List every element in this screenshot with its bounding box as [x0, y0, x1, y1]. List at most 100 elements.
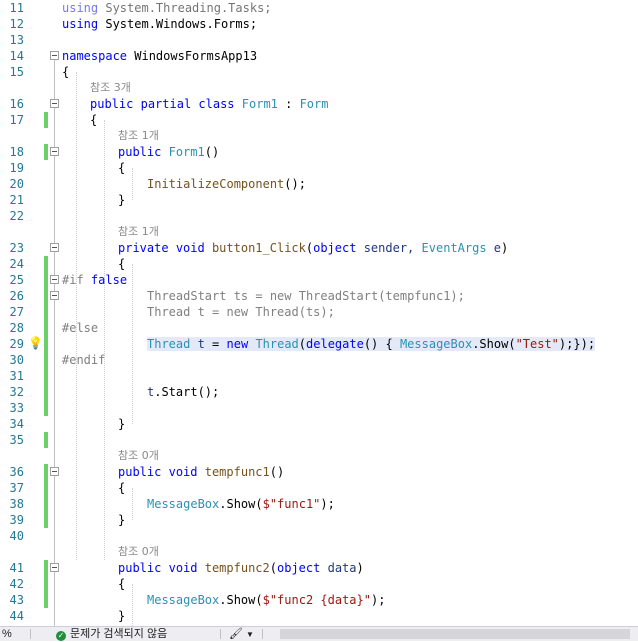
- line-number: 19: [9, 161, 24, 175]
- code-text: {: [90, 113, 98, 127]
- line-number: 26: [9, 289, 24, 303]
- code-line[interactable]: 28 #else: [0, 320, 638, 336]
- horizontal-scrollbar[interactable]: [280, 629, 630, 639]
- code-line[interactable]: 16 public partial class Form1 : Form: [0, 96, 638, 112]
- code-text: MessageBox.Show($"func2 {data}");: [147, 593, 386, 607]
- change-marker: [44, 512, 48, 528]
- codelens-text: 참조 1개: [118, 129, 159, 142]
- line-number: 15: [9, 65, 24, 79]
- change-marker: [44, 480, 48, 496]
- code-line[interactable]: 21}: [0, 192, 638, 208]
- line-number: 35: [9, 433, 24, 447]
- codelens-references[interactable]: 참조 0개: [0, 448, 638, 464]
- change-marker: [44, 496, 48, 512]
- change-marker: [44, 352, 48, 368]
- change-marker: [44, 464, 48, 480]
- collapse-icon[interactable]: [50, 563, 59, 572]
- line-number: 37: [9, 481, 24, 495]
- change-marker: [44, 432, 48, 448]
- line-number: 43: [9, 593, 24, 607]
- code-text: {: [118, 577, 126, 591]
- line-number: 18: [9, 145, 24, 159]
- collapse-icon[interactable]: [50, 467, 59, 476]
- code-line[interactable]: 35: [0, 432, 638, 448]
- code-line[interactable]: 25 #if false: [0, 272, 638, 288]
- line-number: 31: [9, 369, 24, 383]
- line-number: 23: [9, 241, 24, 255]
- line-number: 34: [9, 417, 24, 431]
- code-line[interactable]: 41 public void tempfunc2(object data): [0, 560, 638, 576]
- codelens-references[interactable]: 참조 3개: [0, 80, 638, 96]
- collapse-icon[interactable]: [50, 243, 59, 252]
- status-divider: [30, 629, 31, 639]
- code-line[interactable]: 18 public Form1(): [0, 144, 638, 160]
- code-text: }: [118, 193, 126, 207]
- code-line[interactable]: 43 MessageBox.Show($"func2 {data}");: [0, 592, 638, 608]
- line-number: 25: [9, 273, 24, 287]
- code-line[interactable]: 39}: [0, 512, 638, 528]
- code-line[interactable]: 27 Thread t = new Thread(ts);: [0, 304, 638, 320]
- code-line[interactable]: 26 ThreadStart ts = new ThreadStart(tempf…: [0, 288, 638, 304]
- line-number: 17: [9, 113, 24, 127]
- status-bar: % ✓ 문제가 검색되지 않음 🖌 ▼: [0, 626, 638, 641]
- code-text: #if false: [62, 273, 128, 287]
- code-line[interactable]: 22: [0, 208, 638, 224]
- code-text: }: [118, 417, 126, 431]
- code-line[interactable]: 33: [0, 400, 638, 416]
- code-line[interactable]: 15 {: [0, 64, 638, 80]
- codelens-text: 참조 0개: [118, 449, 159, 462]
- code-editor[interactable]: 11 using System.Threading.Tasks; 12 using S…: [0, 0, 638, 626]
- code-text: using System.Windows.Forms;: [62, 17, 258, 31]
- code-line[interactable]: 37 {: [0, 480, 638, 496]
- code-text: }: [118, 513, 126, 527]
- line-number: 44: [9, 609, 24, 623]
- code-line[interactable]: 24 {: [0, 256, 638, 272]
- code-line[interactable]: 34}: [0, 416, 638, 432]
- code-text: #else: [62, 321, 99, 335]
- code-line[interactable]: 40: [0, 528, 638, 544]
- code-line[interactable]: 30 #endif: [0, 352, 638, 368]
- issues-text: 문제가 검색되지 않음: [70, 628, 168, 640]
- line-number: 30: [9, 353, 24, 367]
- line-number: 28: [9, 321, 24, 335]
- zoom-level[interactable]: %: [2, 627, 12, 641]
- code-text: public void tempfunc1(): [118, 465, 285, 479]
- code-line[interactable]: 29 💡 Thread t = new Thread(delegate() { Me…: [0, 336, 638, 352]
- code-line[interactable]: 38 MessageBox.Show($"func1");: [0, 496, 638, 512]
- code-line[interactable]: 44}: [0, 608, 638, 624]
- code-line[interactable]: 32 t.Start();: [0, 384, 638, 400]
- code-line[interactable]: 11 using System.Threading.Tasks;: [0, 0, 638, 16]
- collapse-icon[interactable]: [50, 291, 59, 300]
- line-number: 36: [9, 465, 24, 479]
- change-marker: [44, 288, 48, 304]
- line-number: 13: [9, 33, 24, 47]
- codelens-references[interactable]: 참조 0개: [0, 544, 638, 560]
- code-line[interactable]: 42 {: [0, 576, 638, 592]
- code-text: public partial class Form1 : Form: [90, 97, 329, 111]
- codelens-references[interactable]: 참조 1개: [0, 128, 638, 144]
- code-line[interactable]: 31: [0, 368, 638, 384]
- code-line[interactable]: 19 {: [0, 160, 638, 176]
- codelens-references[interactable]: 참조 1개: [0, 224, 638, 240]
- code-line[interactable]: 23 private void button1_Click(object send…: [0, 240, 638, 256]
- code-line[interactable]: 20 InitializeComponent();: [0, 176, 638, 192]
- lightbulb-icon[interactable]: 💡: [28, 336, 43, 350]
- change-marker: [44, 272, 48, 288]
- collapse-icon[interactable]: [50, 99, 59, 108]
- code-line[interactable]: 14 namespace WindowsFormsApp13: [0, 48, 638, 64]
- code-line[interactable]: 36 public void tempfunc1(): [0, 464, 638, 480]
- collapse-icon[interactable]: [50, 51, 59, 60]
- line-number: 12: [9, 17, 24, 31]
- issues-indicator[interactable]: ✓ 문제가 검색되지 않음: [56, 627, 167, 641]
- collapse-icon[interactable]: [50, 147, 59, 156]
- change-marker: [44, 112, 48, 128]
- line-number: 22: [9, 209, 24, 223]
- code-line[interactable]: 13: [0, 32, 638, 48]
- code-text: MessageBox.Show($"func1");: [147, 497, 335, 511]
- code-text: }: [118, 609, 126, 623]
- code-text: {: [118, 257, 126, 271]
- code-text: ThreadStart ts = new ThreadStart(tempfun…: [147, 289, 465, 303]
- code-line[interactable]: 17 {: [0, 112, 638, 128]
- code-line[interactable]: 12 using System.Windows.Forms;: [0, 16, 638, 32]
- collapse-icon[interactable]: [50, 275, 59, 284]
